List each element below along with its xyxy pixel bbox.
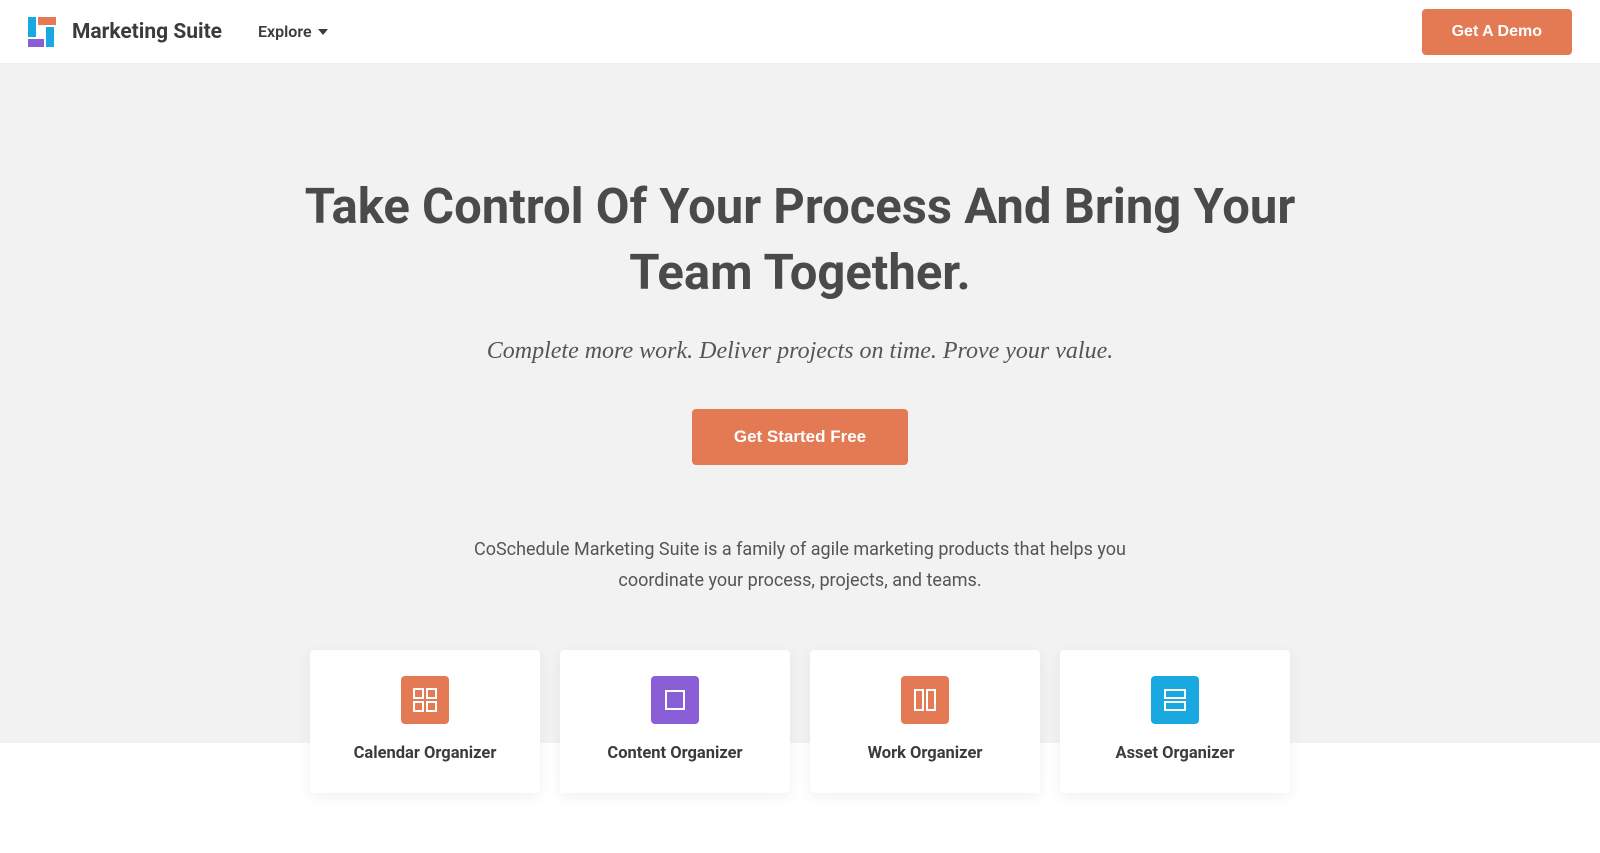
brand-name: Marketing Suite xyxy=(72,20,222,44)
card-title: Calendar Organizer xyxy=(328,744,522,763)
hero-title: Take Control Of Your Process And Bring Y… xyxy=(250,174,1350,306)
asset-rows-icon xyxy=(1151,676,1199,724)
get-demo-button[interactable]: Get A Demo xyxy=(1422,9,1572,55)
card-calendar-organizer[interactable]: Calendar Organizer xyxy=(310,650,540,793)
header: Marketing Suite Explore Get A Demo xyxy=(0,0,1600,64)
work-columns-icon xyxy=(901,676,949,724)
caret-down-icon xyxy=(318,29,328,35)
explore-label: Explore xyxy=(258,22,312,41)
calendar-grid-icon xyxy=(401,676,449,724)
card-title: Asset Organizer xyxy=(1078,744,1272,763)
card-content-organizer[interactable]: Content Organizer xyxy=(560,650,790,793)
hero-description: CoSchedule Marketing Suite is a family o… xyxy=(440,535,1160,596)
card-title: Work Organizer xyxy=(828,744,1022,763)
get-started-button[interactable]: Get Started Free xyxy=(692,409,908,465)
card-asset-organizer[interactable]: Asset Organizer xyxy=(1060,650,1290,793)
header-left: Marketing Suite Explore xyxy=(28,17,328,47)
hero-subtitle: Complete more work. Deliver projects on … xyxy=(40,338,1560,365)
brand-logo-icon xyxy=(28,17,58,47)
product-cards: Calendar Organizer Content Organizer Wor… xyxy=(40,650,1560,853)
card-title: Content Organizer xyxy=(578,744,772,763)
brand[interactable]: Marketing Suite xyxy=(28,17,222,47)
card-work-organizer[interactable]: Work Organizer xyxy=(810,650,1040,793)
content-square-icon xyxy=(651,676,699,724)
hero-section: Take Control Of Your Process And Bring Y… xyxy=(0,64,1600,853)
explore-dropdown[interactable]: Explore xyxy=(258,22,328,41)
